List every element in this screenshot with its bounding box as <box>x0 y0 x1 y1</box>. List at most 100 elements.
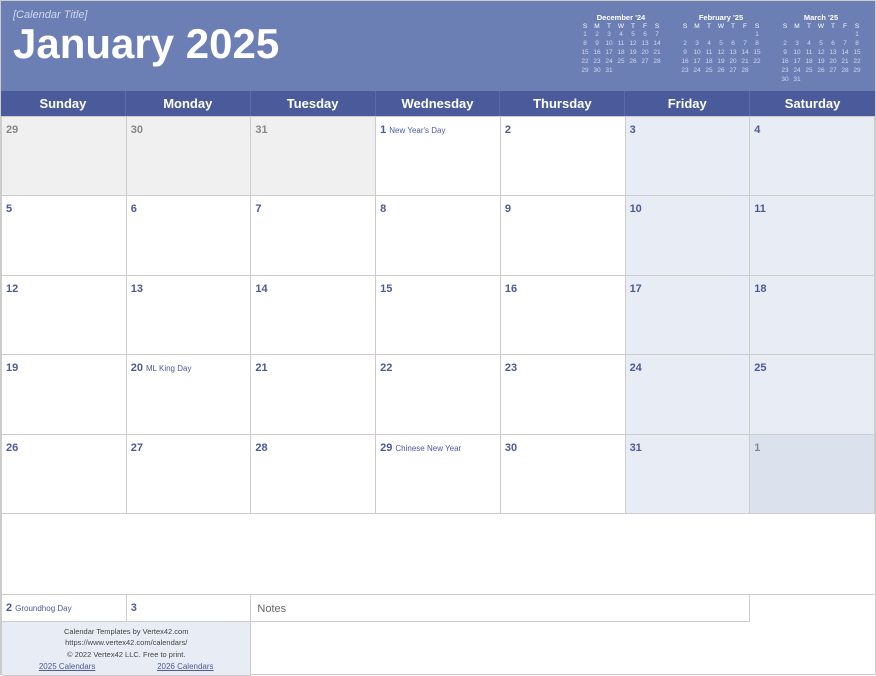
date-number: 12 <box>6 283 18 295</box>
day-header: Thursday <box>500 91 625 116</box>
date-number: 19 <box>6 362 18 374</box>
date-number: 26 <box>6 442 18 454</box>
date-number: 28 <box>255 442 267 454</box>
calendar-cell: 7 <box>251 196 376 276</box>
mini-calendar: March '25SMTWTFS123456789101112131415161… <box>779 13 863 85</box>
date-number: 29 <box>6 124 18 136</box>
mini-calendar: December '24SMTWTFS123456789101112131415… <box>579 13 663 85</box>
calendar-cell: 10 <box>626 196 751 276</box>
calendar-header: [Calendar Title] January 2025 December '… <box>1 1 875 91</box>
date-number: 10 <box>630 203 642 215</box>
calendar-cell: 19 <box>2 355 127 435</box>
mini-calendars: December '24SMTWTFS123456789101112131415… <box>579 13 863 85</box>
date-number: 2 <box>6 602 12 614</box>
date-number: 7 <box>255 203 261 215</box>
date-number: 14 <box>255 283 267 295</box>
header-left: [Calendar Title] January 2025 <box>13 9 279 65</box>
month-year-heading: January 2025 <box>13 23 279 65</box>
calendar-cell: 21 <box>251 355 376 435</box>
holiday-label: New Year's Day <box>389 126 445 135</box>
holiday-label: Chinese New Year <box>395 444 461 453</box>
calendar-cell: 20ML King Day <box>127 355 252 435</box>
date-number: 3 <box>630 124 636 136</box>
calendar-cell: 16 <box>501 276 626 356</box>
date-number: 29 <box>380 442 392 454</box>
calendar-cell: 14 <box>251 276 376 356</box>
date-number: 11 <box>754 203 766 215</box>
holiday-label: Groundhog Day <box>15 604 71 613</box>
calendar-cell: 30 <box>501 435 626 515</box>
notes-cell: Notes <box>251 595 750 622</box>
calendar-cell: 17 <box>626 276 751 356</box>
day-header: Friday <box>625 91 750 116</box>
date-number: 31 <box>255 124 267 136</box>
date-number: 4 <box>754 124 760 136</box>
calendar-cell: 30 <box>127 117 252 197</box>
attribution-line2: https://www.vertex42.com/calendars/ <box>8 637 244 648</box>
date-number: 30 <box>131 124 143 136</box>
calendar-cell: 31 <box>626 435 751 515</box>
calendar-cell: 23 <box>501 355 626 435</box>
calendar-cell: 1 <box>750 435 875 515</box>
notes-label: Notes <box>257 603 286 615</box>
date-number: 18 <box>754 283 766 295</box>
calendar-cell: 29Chinese New Year <box>376 435 501 515</box>
date-number: 15 <box>380 283 392 295</box>
calendar-cell: 26 <box>2 435 127 515</box>
date-number: 1 <box>754 442 760 454</box>
link-2025-calendars[interactable]: 2025 Calendars <box>39 662 95 671</box>
day-header: Saturday <box>750 91 875 116</box>
day-header: Monday <box>126 91 251 116</box>
calendar-cell: 27 <box>127 435 252 515</box>
calendar-cell: 22 <box>376 355 501 435</box>
day-header: Wednesday <box>376 91 501 116</box>
calendar-cell: 8 <box>376 196 501 276</box>
calendar-cell: 15 <box>376 276 501 356</box>
calendar-cell: 6 <box>127 196 252 276</box>
calendar-cell: 25 <box>750 355 875 435</box>
day-headers-row: SundayMondayTuesdayWednesdayThursdayFrid… <box>1 91 875 116</box>
attribution-line3: © 2022 Vertex42 LLC. Free to print. <box>8 649 244 660</box>
calendar-cell: 3 <box>626 117 751 197</box>
calendar-container: [Calendar Title] January 2025 December '… <box>0 0 876 675</box>
bottom-monday-cell: 3 <box>127 595 252 622</box>
calendar-cell: 9 <box>501 196 626 276</box>
date-number: 30 <box>505 442 517 454</box>
date-number: 8 <box>380 203 386 215</box>
day-header: Sunday <box>1 91 126 116</box>
bottom-row: 2Groundhog Day 3 Notes Calendar Templates … <box>1 594 875 674</box>
date-number: 9 <box>505 203 511 215</box>
date-number: 31 <box>630 442 642 454</box>
calendar-cell: 31 <box>251 117 376 197</box>
date-number: 20 <box>131 362 143 374</box>
attribution-line1: Calendar Templates by Vertex42.com <box>8 626 244 637</box>
calendar-cell: 13 <box>127 276 252 356</box>
calendar-cell: 2 <box>501 117 626 197</box>
calendar-cell: 11 <box>750 196 875 276</box>
calendar-cell: 12 <box>2 276 127 356</box>
date-number: 24 <box>630 362 642 374</box>
calendar-cell: 4 <box>750 117 875 197</box>
date-number: 5 <box>6 203 12 215</box>
date-number: 25 <box>754 362 766 374</box>
calendar-cell: 24 <box>626 355 751 435</box>
date-number: 1 <box>380 124 386 136</box>
date-number: 3 <box>131 602 137 614</box>
date-number: 16 <box>505 283 517 295</box>
attribution-cell: Calendar Templates by Vertex42.com https… <box>2 622 251 676</box>
holiday-label: ML King Day <box>146 364 192 373</box>
day-header: Tuesday <box>251 91 376 116</box>
date-number: 6 <box>131 203 137 215</box>
calendar-cell: 29 <box>2 117 127 197</box>
mini-calendar: February '25SMTWTFS123456789101112131415… <box>679 13 763 85</box>
date-number: 17 <box>630 283 642 295</box>
calendar-cell: 28 <box>251 435 376 515</box>
link-2026-calendars[interactable]: 2026 Calendars <box>157 662 213 671</box>
calendar-cell: 1New Year's Day <box>376 117 501 197</box>
date-number: 23 <box>505 362 517 374</box>
date-number: 22 <box>380 362 392 374</box>
calendar-cell: 5 <box>2 196 127 276</box>
calendar-grid: 2930311New Year's Day2345678910111213141… <box>1 116 875 594</box>
bottom-sunday-cell: 2Groundhog Day <box>2 595 127 622</box>
calendar-cell: 18 <box>750 276 875 356</box>
